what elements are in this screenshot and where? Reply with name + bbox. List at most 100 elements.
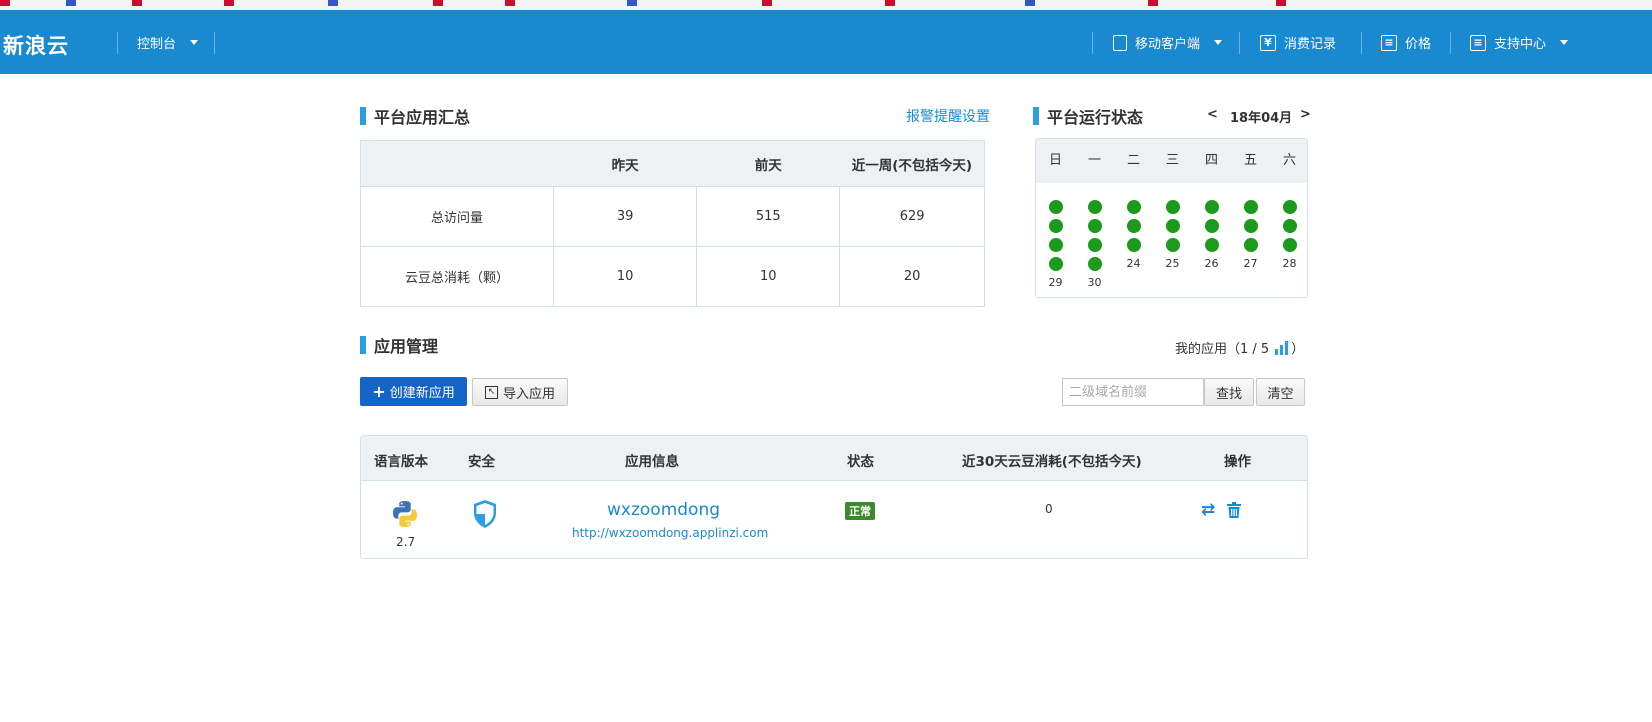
status-ok-dot-icon bbox=[1048, 238, 1063, 252]
status-ok-dot-icon bbox=[1282, 200, 1297, 214]
calendar-day[interactable] bbox=[1231, 216, 1270, 235]
apps-header-cell: 应用信息 bbox=[625, 454, 679, 470]
bookmark-item[interactable]: 开始使用 - Next bbox=[626, 0, 736, 6]
clear-button[interactable]: 清空 bbox=[1256, 378, 1305, 406]
bookmark-item[interactable]: Hexo bbox=[432, 0, 480, 6]
calendar-day[interactable]: 27 bbox=[1231, 254, 1270, 273]
calendar-day[interactable] bbox=[1153, 216, 1192, 235]
apps-header-cell: 操作 bbox=[1224, 454, 1251, 470]
calendar-days: 24 25 26 27 28 29 30 bbox=[1036, 183, 1307, 292]
app-url-link[interactable]: http://wxzoomdong.applinzi.com bbox=[572, 526, 768, 540]
bookmark-item[interactable]: 百度 bbox=[66, 0, 106, 6]
calendar-day[interactable] bbox=[1075, 216, 1114, 235]
bookmark-item[interactable]: NexoQ Acm E bbox=[1147, 0, 1250, 6]
trash-icon[interactable] bbox=[1227, 502, 1241, 518]
calendar-day[interactable] bbox=[1231, 197, 1270, 216]
calendar-day[interactable] bbox=[1075, 235, 1114, 254]
calendar-day[interactable]: 26 bbox=[1192, 254, 1231, 273]
next-month-button[interactable]: > bbox=[1300, 107, 1311, 122]
calendar-day[interactable] bbox=[1114, 197, 1153, 216]
logo[interactable]: 新浪云 bbox=[3, 30, 69, 60]
prev-month-button[interactable]: < bbox=[1207, 107, 1218, 122]
nav-divider bbox=[1239, 32, 1240, 54]
security-shield-icon[interactable] bbox=[472, 499, 498, 529]
chart-icon[interactable] bbox=[1275, 340, 1291, 355]
bookmark-item[interactable]: 游戏中心 bbox=[132, 0, 198, 6]
calendar-day[interactable] bbox=[1192, 216, 1231, 235]
calendar-day[interactable]: 24 bbox=[1114, 254, 1153, 273]
bookmark-item[interactable]: 创建博客... bbox=[328, 0, 406, 6]
calendar-day[interactable] bbox=[1192, 197, 1231, 216]
table-row: 云豆总消耗（颗） 10 10 20 bbox=[360, 246, 985, 307]
search-button[interactable]: 查找 bbox=[1204, 378, 1254, 406]
bookmark-icon bbox=[762, 0, 773, 6]
calendar-day[interactable] bbox=[1075, 197, 1114, 216]
create-app-button[interactable]: + 创建新应用 bbox=[360, 377, 467, 406]
bookmark-icon bbox=[1275, 0, 1286, 6]
calendar-day[interactable] bbox=[1114, 235, 1153, 254]
table-cell: 10 bbox=[696, 246, 841, 307]
summary-header-cell: 近一周(不包括今天) bbox=[839, 140, 985, 187]
bookmark-item[interactable]: 给hexo中文内 bbox=[762, 0, 859, 6]
calendar-day[interactable]: 28 bbox=[1270, 254, 1309, 273]
calendar-day[interactable] bbox=[1192, 235, 1231, 254]
refresh-icon[interactable]: ⇄ bbox=[1201, 500, 1215, 520]
calendar-day[interactable] bbox=[1036, 254, 1075, 273]
bookmark-item[interactable]: SVN讨论 - Git bbox=[1275, 0, 1375, 6]
status-ok-dot-icon bbox=[1165, 219, 1180, 233]
price-link[interactable]: ≡ 价格 bbox=[1381, 33, 1431, 52]
support-doc-icon: ≡ bbox=[1470, 34, 1486, 51]
calendar-day[interactable] bbox=[1270, 197, 1309, 216]
nav-divider bbox=[214, 32, 215, 54]
status-ok-dot-icon bbox=[1126, 219, 1141, 233]
domain-search-input[interactable] bbox=[1062, 378, 1204, 406]
console-menu[interactable]: 控制台 bbox=[137, 33, 199, 52]
status-ok-dot-icon bbox=[1126, 238, 1141, 252]
calendar-day[interactable]: 30 bbox=[1075, 273, 1114, 292]
calendar-day[interactable]: 29 bbox=[1036, 273, 1075, 292]
calendar-day[interactable] bbox=[1036, 235, 1075, 254]
bookmark-item[interactable]: Next主题(Hexo) bbox=[885, 0, 998, 6]
alert-settings-link[interactable]: 报警提醒设置 bbox=[906, 106, 990, 126]
bookmark-icon bbox=[432, 0, 443, 6]
title-accent-bar bbox=[360, 336, 366, 354]
calendar-day[interactable] bbox=[1231, 235, 1270, 254]
bookmark-item[interactable]: Git - Book bbox=[224, 0, 302, 6]
status-ok-dot-icon bbox=[1087, 238, 1102, 252]
bookmark-icon bbox=[132, 0, 143, 6]
summary-header-cell: 昨天 bbox=[553, 140, 697, 187]
calendar-day[interactable] bbox=[1036, 197, 1075, 216]
calendar-day[interactable] bbox=[1036, 216, 1075, 235]
calendar-day[interactable]: 25 bbox=[1153, 254, 1192, 273]
status-ok-dot-icon bbox=[1282, 219, 1297, 233]
import-app-button[interactable]: ↖ 导入应用 bbox=[472, 378, 568, 406]
summary-header-row: 昨天 前天 近一周(不包括今天) bbox=[360, 140, 985, 187]
calendar-day[interactable] bbox=[1270, 216, 1309, 235]
bookmark-item[interactable]: hexo博客的配 bbox=[1024, 0, 1122, 6]
calendar-day[interactable] bbox=[1114, 216, 1153, 235]
billing-link[interactable]: ¥ 消费记录 bbox=[1260, 33, 1336, 52]
status-ok-dot-icon bbox=[1204, 200, 1219, 214]
app-name-link[interactable]: wxzoomdong bbox=[607, 500, 720, 520]
status-ok-dot-icon bbox=[1048, 219, 1063, 233]
chevron-down-icon bbox=[190, 40, 199, 45]
nav-divider bbox=[1450, 32, 1451, 54]
nav-divider bbox=[117, 32, 118, 54]
import-app-label: 导入应用 bbox=[502, 386, 555, 402]
mobile-client-menu[interactable]: 移动客户端 bbox=[1113, 33, 1223, 52]
consumption-value: 0 bbox=[1045, 502, 1053, 516]
calendar-day[interactable] bbox=[1270, 235, 1309, 254]
support-menu[interactable]: ≡ 支持中心 bbox=[1470, 33, 1569, 52]
calendar-day[interactable] bbox=[1075, 254, 1114, 273]
bookmark-icon bbox=[1147, 0, 1158, 6]
plus-icon: + bbox=[372, 382, 386, 401]
chevron-down-icon bbox=[1560, 40, 1569, 45]
weekday-label: 四 bbox=[1204, 153, 1218, 168]
bookmark-item[interactable]: html代码生成 bbox=[505, 0, 601, 6]
bookmark-item[interactable]: 站点 bbox=[0, 0, 40, 6]
calendar-day[interactable] bbox=[1153, 235, 1192, 254]
calendar-day[interactable] bbox=[1153, 197, 1192, 216]
weekday-label: 六 bbox=[1282, 153, 1296, 168]
summary-table: 昨天 前天 近一周(不包括今天) 总访问量 39 515 629 云豆总消耗（颗… bbox=[360, 140, 985, 307]
weekday-label: 五 bbox=[1243, 153, 1257, 168]
